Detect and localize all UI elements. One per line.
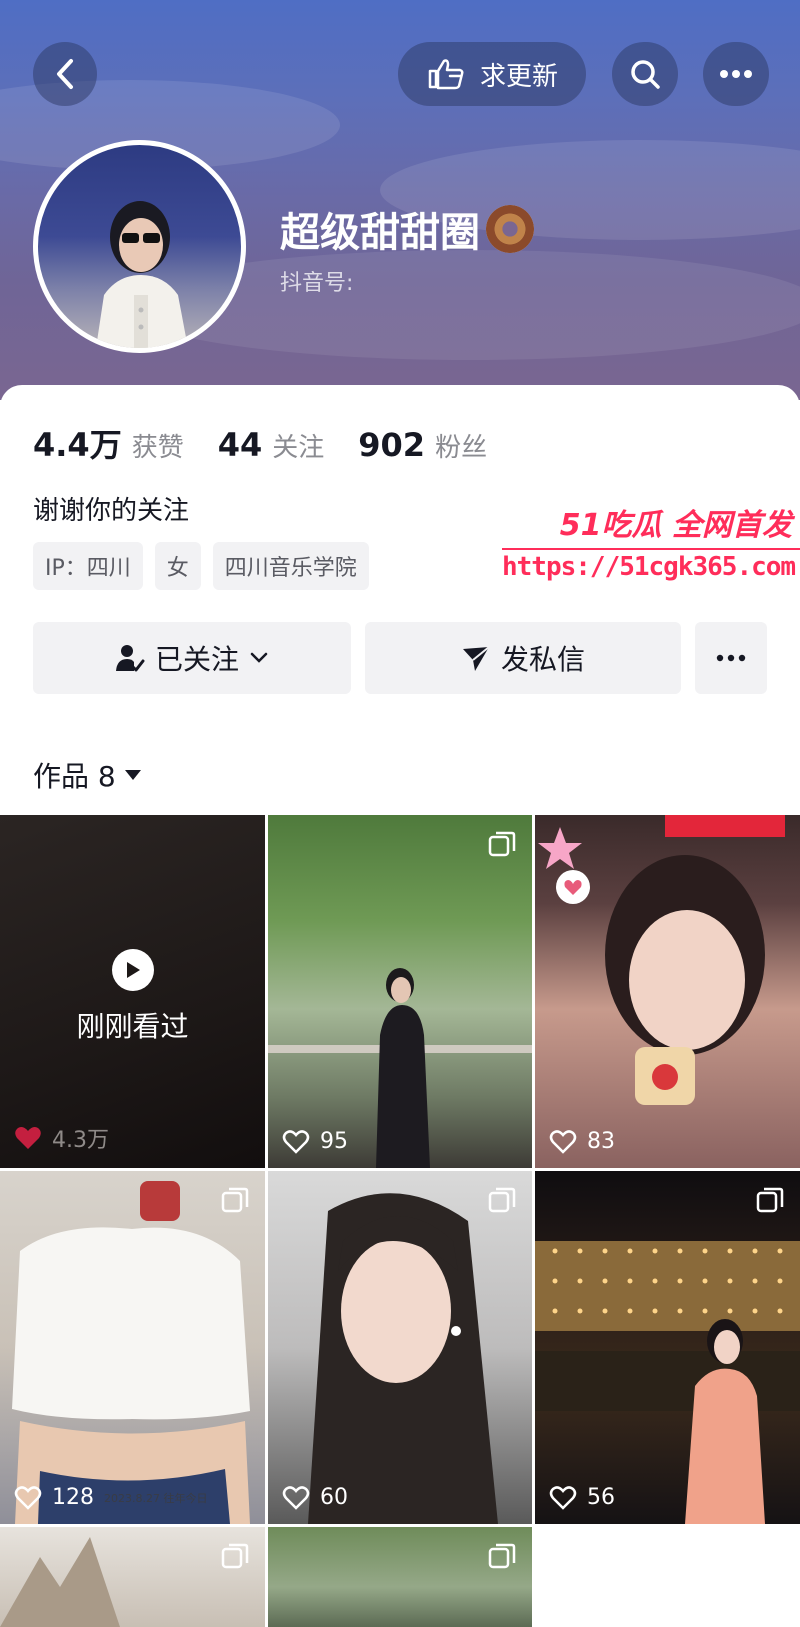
multi-image-icon bbox=[221, 1187, 249, 1213]
video-tile[interactable]: 60 bbox=[268, 1171, 532, 1524]
more-actions-button[interactable] bbox=[695, 622, 767, 694]
nickname-text: 超级甜甜圈 bbox=[280, 210, 480, 256]
video-likes: 128 2023.8.27 往年今日 bbox=[14, 1485, 207, 1510]
play-icon bbox=[112, 949, 154, 991]
video-tile[interactable]: 刚刚看过 4.3万 bbox=[0, 815, 265, 1168]
video-thumbnail bbox=[538, 815, 785, 1105]
video-tile[interactable] bbox=[0, 1527, 265, 1627]
more-dots-icon bbox=[720, 70, 752, 78]
stat-likes-value: 4.4万 bbox=[33, 426, 122, 464]
heart-outline-icon bbox=[282, 1129, 310, 1154]
watermark-brand: 51吃瓜 全网首发 bbox=[559, 508, 792, 543]
heart-outline-icon bbox=[549, 1485, 577, 1510]
paper-plane-icon bbox=[462, 646, 490, 671]
video-likes: 95 bbox=[282, 1129, 348, 1154]
request-update-label: 求更新 bbox=[479, 61, 558, 92]
chevron-left-icon bbox=[57, 59, 73, 89]
stat-following[interactable]: 44 关注 bbox=[218, 426, 325, 464]
video-likes-count: 56 bbox=[587, 1485, 615, 1510]
profile-tags: IP：四川 女 四川音乐学院 bbox=[33, 542, 369, 590]
video-tile[interactable]: 95 bbox=[268, 815, 532, 1168]
multi-image-icon bbox=[756, 1187, 784, 1213]
donut-icon bbox=[486, 205, 534, 253]
send-message-label: 发私信 bbox=[500, 643, 585, 676]
heart-filled-icon bbox=[15, 1127, 41, 1149]
stat-likes: 4.4万 获赞 bbox=[33, 420, 184, 466]
bio: 谢谢你的关注 bbox=[33, 496, 190, 526]
video-likes-count: 128 bbox=[52, 1485, 94, 1510]
video-thumbnail bbox=[308, 1193, 498, 1524]
video-thumbnail bbox=[12, 1181, 250, 1524]
pointing-hand-icon bbox=[428, 59, 464, 90]
video-tile[interactable]: 128 2023.8.27 往年今日 bbox=[0, 1171, 265, 1524]
stat-followers[interactable]: 902 粉丝 bbox=[358, 426, 487, 464]
heart-outline-icon bbox=[282, 1485, 310, 1510]
works-tab[interactable]: 作品 8 bbox=[33, 755, 142, 795]
multi-image-icon bbox=[488, 1543, 516, 1569]
user-check-icon bbox=[115, 645, 145, 672]
multi-image-icon bbox=[488, 1187, 516, 1213]
nickname: 超级甜甜圈 bbox=[280, 200, 534, 258]
watermark: 51吃瓜 全网首发 https://51cgk365.com bbox=[502, 500, 800, 582]
search-icon bbox=[631, 60, 660, 89]
heart-outline-icon bbox=[549, 1129, 577, 1154]
avatar[interactable] bbox=[33, 140, 246, 353]
more-dots-icon bbox=[716, 654, 746, 662]
stat-followers-label: 粉丝 bbox=[435, 433, 488, 463]
watermark-url: https://51cgk365.com bbox=[502, 552, 796, 582]
video-tile[interactable]: 56 bbox=[535, 1171, 800, 1524]
works-label: 作品 8 bbox=[33, 760, 116, 793]
multi-image-icon bbox=[488, 831, 516, 857]
triangle-down-icon bbox=[124, 770, 141, 780]
video-caption: 2023.8.27 往年今日 bbox=[104, 1491, 208, 1505]
stat-following-value: 44 bbox=[217, 426, 263, 464]
video-thumbnail bbox=[268, 968, 532, 1168]
video-tile[interactable] bbox=[268, 1527, 532, 1627]
tag-gender: 女 bbox=[154, 542, 201, 590]
video-likes-count: 60 bbox=[320, 1485, 348, 1510]
stat-following-label: 关注 bbox=[272, 433, 325, 463]
video-likes: 60 bbox=[282, 1485, 348, 1510]
video-thumbnail bbox=[535, 1241, 800, 1524]
video-likes-count: 83 bbox=[587, 1129, 615, 1154]
tag-ip: IP：四川 bbox=[33, 542, 143, 590]
heart-outline-icon bbox=[14, 1485, 42, 1510]
back-button[interactable] bbox=[33, 42, 97, 106]
recently-viewed-label: 刚刚看过 bbox=[76, 1010, 189, 1043]
search-button[interactable] bbox=[612, 42, 678, 106]
avatar-portrait bbox=[96, 201, 188, 348]
profile-stats: 4.4万 获赞 44 关注 902 粉丝 bbox=[33, 420, 487, 466]
douyin-id: 抖音号: bbox=[280, 271, 354, 296]
send-message-button[interactable]: 发私信 bbox=[365, 622, 681, 694]
chevron-down-icon bbox=[250, 652, 268, 663]
multi-image-icon bbox=[221, 1543, 249, 1569]
video-likes: 56 bbox=[549, 1485, 615, 1510]
more-options-button[interactable] bbox=[703, 42, 769, 106]
followed-label: 已关注 bbox=[154, 643, 239, 676]
stat-likes-label: 获赞 bbox=[131, 433, 184, 463]
video-likes-count: 4.3万 bbox=[52, 1128, 109, 1153]
stat-followers-value: 902 bbox=[358, 426, 426, 464]
request-update-button[interactable]: 求更新 bbox=[398, 42, 586, 106]
watermark-divider bbox=[502, 548, 800, 550]
video-likes: 83 bbox=[549, 1129, 615, 1154]
video-likes: 4.3万 bbox=[14, 1122, 109, 1154]
video-thumbnail bbox=[0, 1537, 120, 1627]
tag-school[interactable]: 四川音乐学院 bbox=[212, 542, 369, 590]
video-tile[interactable]: 83 bbox=[535, 815, 800, 1168]
followed-button[interactable]: 已关注 bbox=[33, 622, 351, 694]
video-likes-count: 95 bbox=[320, 1129, 348, 1154]
profile-header: 求更新 超级甜甜圈 抖音号: bbox=[0, 0, 800, 400]
